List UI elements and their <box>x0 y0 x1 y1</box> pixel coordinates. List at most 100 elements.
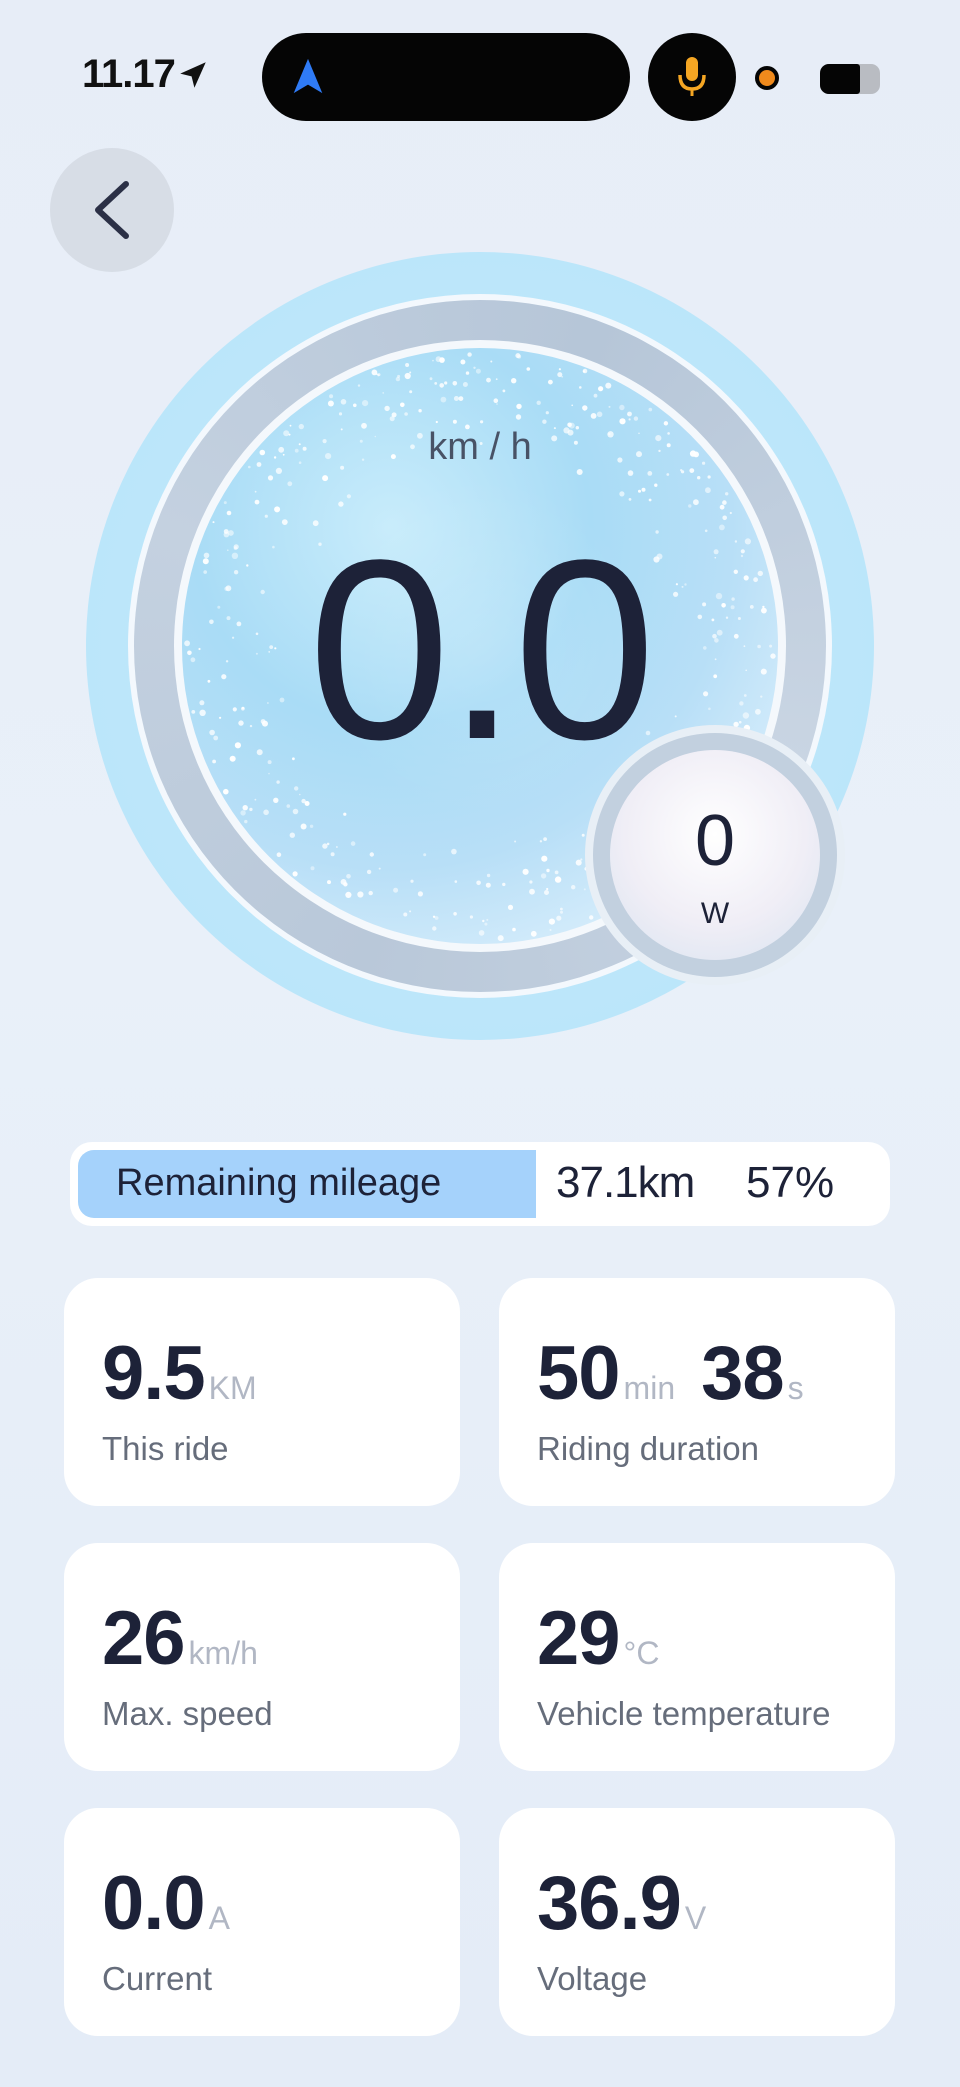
sparkle-dot <box>638 489 641 493</box>
sparkle-dot <box>353 403 357 408</box>
sparkle-dot <box>514 840 517 843</box>
sparkle-dot <box>276 852 282 857</box>
sparkle-dot <box>548 918 555 925</box>
sparkle-dot <box>432 926 437 931</box>
sparkle-dot <box>453 912 457 916</box>
sparkle-dot <box>264 514 268 518</box>
sparkle-dot <box>369 852 374 857</box>
sparkle-dot <box>226 510 232 516</box>
sparkle-dot <box>287 481 293 487</box>
sparkle-dot <box>404 372 411 380</box>
sparkle-dot <box>423 853 427 857</box>
sparkle-dot <box>554 870 559 875</box>
sparkle-dot <box>362 400 369 407</box>
stat-card-voltage: 36.9 V Voltage <box>499 1808 895 2036</box>
sparkle-dot <box>240 810 246 816</box>
sparkle-dot <box>451 848 457 855</box>
sparkle-dot <box>329 394 334 399</box>
remaining-mileage-label: Remaining mileage <box>116 1162 442 1204</box>
sparkle-dot <box>582 368 588 374</box>
sparkle-dot <box>529 880 533 884</box>
sparkle-dot <box>397 374 401 378</box>
sparkle-dot <box>495 378 498 381</box>
power-unit-label: W <box>700 897 730 930</box>
sparkle-dot <box>663 421 669 426</box>
sparkle-dot <box>480 420 484 424</box>
sparkle-dot <box>409 371 412 374</box>
sparkle-dot <box>593 393 598 398</box>
stat-label: Max. speed <box>102 1695 273 1732</box>
sparkle-dot <box>327 400 334 407</box>
sparkle-dot <box>627 470 634 476</box>
sparkle-dot <box>583 408 586 411</box>
sparkle-dot <box>486 918 489 921</box>
sparkle-dot <box>693 499 699 506</box>
sparkle-dot <box>478 930 485 936</box>
stat-unit: V <box>684 1900 707 1936</box>
sparkle-dot <box>434 382 438 385</box>
stat-unit-seconds: s <box>787 1370 804 1406</box>
sparkle-dot <box>560 910 563 914</box>
sparkle-dot <box>515 353 521 359</box>
sparkle-dot <box>327 880 331 885</box>
sparkle-dot <box>493 398 499 403</box>
sparkle-dot <box>409 390 413 394</box>
stat-label: This ride <box>102 1430 229 1467</box>
sparkle-dot <box>502 389 506 393</box>
sparkle-dot <box>340 399 347 405</box>
status-bar: 11.17 <box>0 0 960 150</box>
sparkle-dot <box>309 824 314 828</box>
stat-label: Voltage <box>537 1960 648 1997</box>
sparkle-dot <box>545 411 549 415</box>
sparkle-dot <box>725 492 729 496</box>
stat-value-minutes: 50 <box>537 1331 621 1416</box>
sparkle-dot <box>666 473 670 476</box>
sparkle-dot <box>462 382 468 387</box>
sparkle-dot <box>589 915 594 920</box>
sparkle-dot <box>688 504 692 508</box>
sparkle-dot <box>435 420 438 424</box>
stat-value-seconds: 38 <box>701 1331 785 1416</box>
sparkle-dot <box>274 506 281 513</box>
sparkle-dot <box>476 880 481 886</box>
sparkle-dot <box>357 384 361 387</box>
sparkle-dot <box>502 882 506 887</box>
recording-dot-icon <box>755 66 779 90</box>
sparkle-dot <box>619 491 625 497</box>
sparkle-dot <box>647 471 653 476</box>
sparkle-dot <box>294 786 299 791</box>
sparkle-dot <box>465 371 470 375</box>
sparkle-dot <box>583 888 586 891</box>
speed-value: 0.0 <box>308 507 656 793</box>
sparkle-dot <box>400 402 405 408</box>
sparkle-dot <box>384 405 390 412</box>
sparkle-dot <box>338 412 343 416</box>
battery-icon <box>820 64 880 94</box>
sparkle-dot <box>300 823 307 830</box>
sparkle-dot <box>641 487 646 492</box>
sparkle-dot <box>648 407 653 412</box>
sparkle-dot <box>722 500 727 505</box>
sparkle-dot <box>299 793 301 796</box>
microphone-icon <box>678 57 706 96</box>
sparkle-dot <box>581 833 585 837</box>
sparkle-dot <box>254 499 260 505</box>
sparkle-dot <box>571 404 573 407</box>
sparkle-dot <box>605 382 612 389</box>
stat-value: 26 <box>102 1596 186 1681</box>
back-button[interactable] <box>50 148 174 272</box>
sparkle-dot <box>475 368 481 374</box>
microphone-indicator <box>648 33 736 121</box>
sparkle-dot <box>546 868 550 873</box>
remaining-mileage-distance: 37.1km <box>556 1158 695 1207</box>
sparkle-dot <box>453 396 459 401</box>
sparkle-dot <box>512 927 516 932</box>
sparkle-dot <box>530 930 537 937</box>
sparkle-dot <box>680 469 683 472</box>
stat-unit: °C <box>623 1635 660 1671</box>
sparkle-dot <box>548 379 553 385</box>
sparkle-dot <box>418 409 422 413</box>
speed-unit-label: km / h <box>428 426 532 468</box>
sparkle-dot <box>496 403 498 405</box>
sparkle-dot <box>554 876 562 883</box>
